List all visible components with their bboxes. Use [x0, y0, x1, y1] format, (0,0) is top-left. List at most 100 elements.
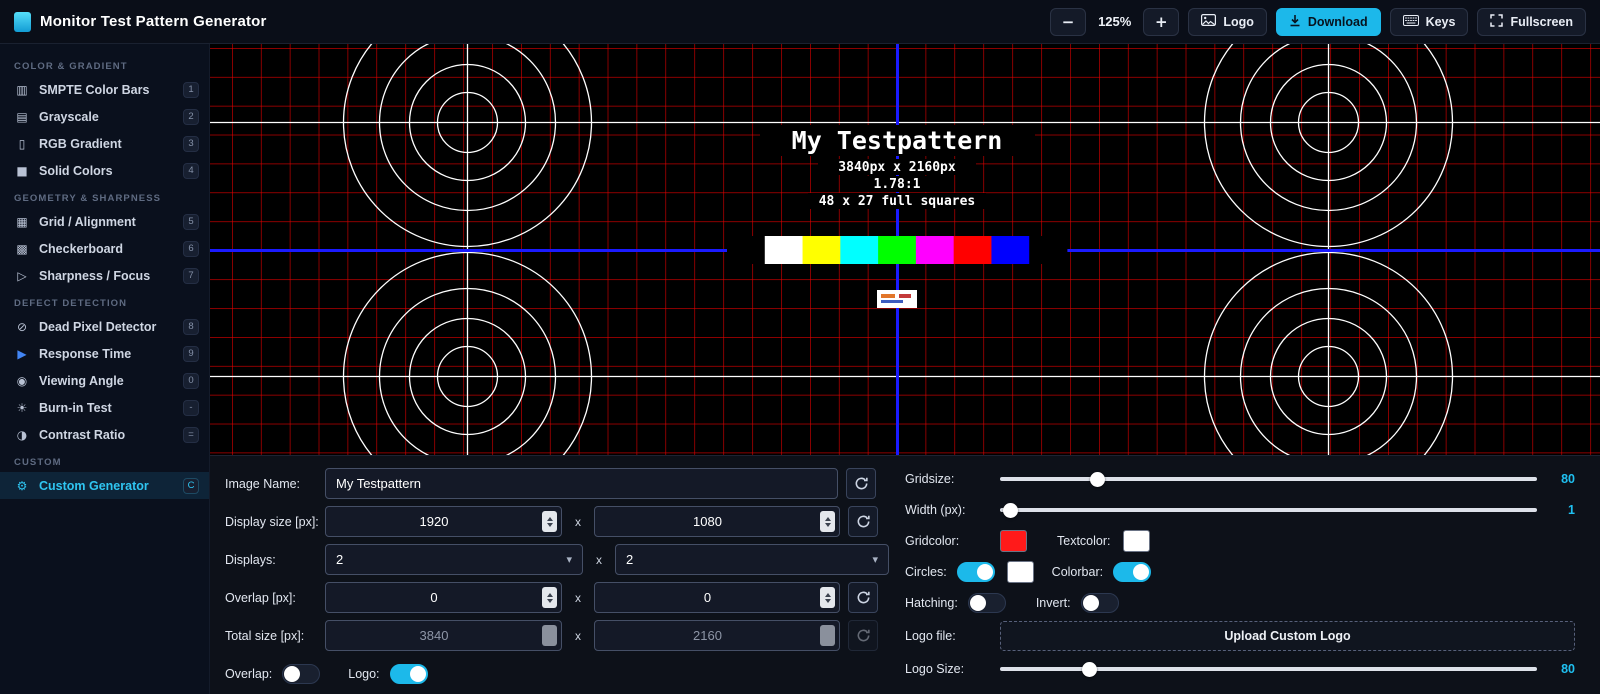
hatching-toggle[interactable]: [967, 593, 1006, 613]
sidebar-item-label: Grayscale: [39, 109, 99, 124]
displays-y-select[interactable]: 2 ▾: [615, 544, 889, 575]
sidebar-item-label: Sharpness / Focus: [39, 268, 151, 283]
gridsize-value: 80: [1561, 472, 1575, 486]
sidebar-item-label: Grid / Alignment: [39, 214, 136, 229]
displays-label: Displays:: [225, 552, 276, 567]
colorbars-icon: ▥: [16, 82, 28, 97]
reset-display-size-button[interactable]: [848, 506, 878, 537]
download-button-label: Download: [1307, 14, 1368, 29]
display-width-input[interactable]: [326, 507, 542, 536]
sidebar-item-label: SMPTE Color Bars: [39, 82, 150, 97]
zoom-in-button[interactable]: +: [1143, 7, 1180, 36]
sidebar-item-dead-pixel-detector[interactable]: ⊘ Dead Pixel Detector 8: [0, 313, 209, 340]
keyboard-icon: [1402, 14, 1419, 29]
overlap-px-label: Overlap [px]:: [225, 590, 296, 605]
keys-button-label: Keys: [1425, 14, 1456, 29]
pattern-aspect-ratio: 1.78:1: [874, 177, 921, 192]
textcolor-label: Textcolor:: [1057, 534, 1111, 548]
stepper-icon[interactable]: [820, 511, 835, 532]
pattern-resolution: 3840px x 2160px: [838, 160, 956, 175]
sidebar-item-label: RGB Gradient: [39, 136, 122, 151]
fullscreen-button[interactable]: Fullscreen: [1477, 7, 1586, 36]
overlap-x-input[interactable]: [326, 583, 542, 612]
overlap-toggle[interactable]: [282, 663, 321, 684]
stepper-icon: [542, 625, 557, 646]
display-height-input[interactable]: [595, 507, 820, 536]
sidebar-item-grayscale[interactable]: ▤ Grayscale 2: [0, 103, 209, 130]
logo-button[interactable]: Logo: [1188, 7, 1267, 36]
sidebar-item-response-time[interactable]: ▶ Response Time 9: [0, 340, 209, 367]
fullscreen-icon: [1490, 13, 1504, 30]
hotkey-badge: 4: [183, 162, 199, 179]
pattern-squares: 48 x 27 full squares: [819, 194, 976, 209]
stepper-icon[interactable]: [542, 511, 557, 532]
sidebar-item-grid-alignment[interactable]: ▦ Grid / Alignment 5: [0, 208, 209, 235]
circles-toggle[interactable]: [956, 562, 995, 582]
sidebar-item-burn-in-test[interactable]: ☀ Burn-in Test -: [0, 394, 209, 421]
sidebar-item-label: Viewing Angle: [39, 373, 124, 388]
gridcolor-label: Gridcolor:: [905, 534, 960, 548]
circle-color-swatch[interactable]: [1006, 561, 1034, 583]
section-title-defect-detection: DEFECT DETECTION: [14, 298, 128, 309]
displays-x-select[interactable]: 2 ▾: [325, 544, 583, 575]
preview-logo: [877, 290, 917, 308]
gridsize-slider[interactable]: [1000, 469, 1537, 489]
colorbar-toggle[interactable]: [1113, 562, 1152, 582]
download-icon: [1289, 14, 1301, 30]
sidebar-item-sharpness-focus[interactable]: ▷ Sharpness / Focus 7: [0, 262, 209, 289]
keys-button[interactable]: Keys: [1389, 7, 1469, 36]
textcolor-swatch[interactable]: [1122, 530, 1150, 552]
overlap-y-input[interactable]: [595, 583, 820, 612]
preview-colorbar: [727, 236, 1068, 264]
display-size-label: Display size [px]:: [225, 514, 319, 529]
display-width-field[interactable]: [325, 506, 562, 537]
sidebar-item-label: Checkerboard: [39, 241, 124, 256]
app-window: Monitor Test Pattern Generator − 125% + …: [0, 0, 1600, 694]
zoom-out-button[interactable]: −: [1050, 7, 1087, 36]
sidebar-item-checkerboard[interactable]: ▩ Checkerboard 6: [0, 235, 209, 262]
sidebar-item-label: Response Time: [39, 346, 132, 361]
sidebar-item-solid-colors[interactable]: ■ Solid Colors 4: [0, 157, 209, 184]
logo-file-label: Logo file:: [905, 629, 956, 643]
burn-in-icon: ☀: [16, 400, 28, 415]
sidebar-item-custom-generator[interactable]: ⚙ Custom Generator C: [0, 472, 209, 499]
gridcolor-swatch[interactable]: [1000, 530, 1027, 552]
brand: Monitor Test Pattern Generator: [14, 11, 267, 32]
app-title: Monitor Test Pattern Generator: [40, 13, 267, 30]
circles-label: Circles:: [905, 565, 947, 579]
line-width-value: 1: [1568, 503, 1575, 517]
play-icon: ▶: [17, 346, 27, 361]
download-button[interactable]: Download: [1275, 7, 1381, 36]
image-name-input[interactable]: [326, 469, 837, 498]
hotkey-badge: =: [183, 426, 199, 443]
hotkey-badge: C: [183, 477, 199, 494]
overlap-y-field[interactable]: [594, 582, 840, 613]
reset-overlap-button[interactable]: [848, 582, 878, 613]
sidebar-item-contrast-ratio[interactable]: ◑ Contrast Ratio =: [0, 421, 209, 448]
chevron-down-icon: ▾: [566, 553, 572, 566]
stepper-icon[interactable]: [820, 587, 835, 608]
section-title-color-gradient: COLOR & GRADIENT: [14, 61, 128, 72]
x-separator: x: [575, 590, 581, 605]
sidebar-item-smpte-color-bars[interactable]: ▥ SMPTE Color Bars 1: [0, 76, 209, 103]
logo-toggle[interactable]: [389, 663, 428, 684]
total-size-label: Total size [px]:: [225, 628, 305, 643]
reset-image-name-button[interactable]: [846, 468, 876, 499]
line-width-slider[interactable]: [1000, 500, 1537, 520]
sidebar-item-viewing-angle[interactable]: ◉ Viewing Angle 0: [0, 367, 209, 394]
overlap-x-field[interactable]: [325, 582, 562, 613]
stepper-icon[interactable]: [542, 587, 557, 608]
sidebar-item-rgb-gradient[interactable]: ▯ RGB Gradient 3: [0, 130, 209, 157]
upload-custom-logo-button[interactable]: Upload Custom Logo: [1000, 621, 1575, 651]
display-height-field[interactable]: [594, 506, 840, 537]
hotkey-badge: 6: [183, 240, 199, 257]
image-name-field[interactable]: [325, 468, 838, 499]
hotkey-badge: 1: [183, 81, 199, 98]
displays-y-value: 2: [626, 552, 634, 567]
solid-color-icon: ■: [16, 163, 28, 178]
invert-toggle[interactable]: [1080, 593, 1119, 613]
topbar: Monitor Test Pattern Generator − 125% + …: [0, 0, 1600, 44]
logo-size-slider[interactable]: [1000, 659, 1537, 679]
stepper-icon: [820, 625, 835, 646]
line-width-label: Width (px):: [905, 503, 966, 517]
